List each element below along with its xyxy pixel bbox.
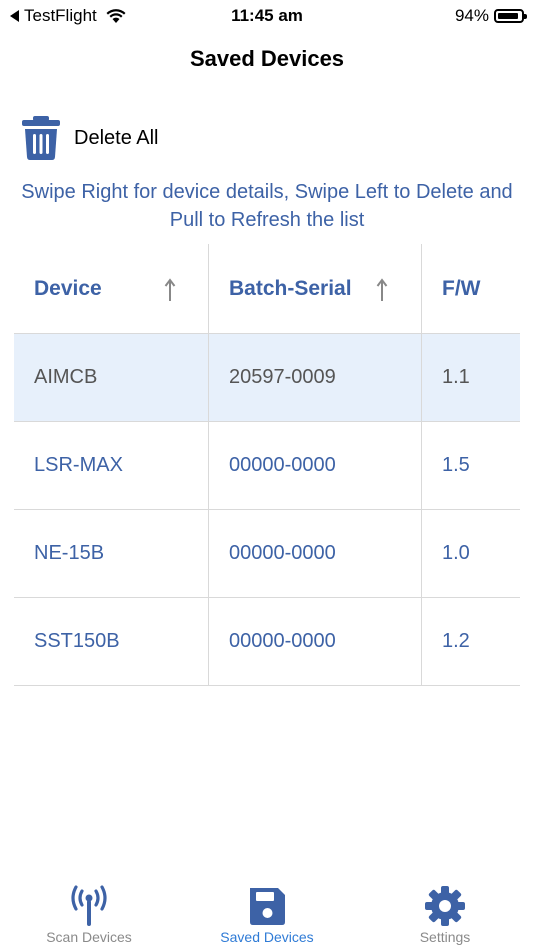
status-bar: TestFlight 11:45 am 94% (0, 0, 534, 30)
trash-icon (22, 116, 60, 160)
tab-label: Scan Devices (46, 929, 132, 945)
device-name-cell: AIMCB (14, 334, 209, 421)
device-name-cell: LSR-MAX (14, 422, 209, 509)
table-row[interactable]: SST150B 00000-0000 1.2 (14, 598, 520, 686)
device-name-cell: SST150B (14, 598, 209, 685)
battery-indicator: 94% (454, 6, 527, 26)
table-header-row: Device Batch-Serial F/W (14, 244, 520, 334)
antenna-icon (71, 885, 107, 926)
instruction-text: Swipe Right for device details, Swipe Le… (21, 181, 513, 231)
batch-serial-cell: 20597-0009 (209, 334, 422, 421)
battery-percent: 94% (454, 6, 489, 25)
batch-serial-cell: 00000-0000 (209, 598, 422, 685)
floppy-disk-icon (250, 888, 285, 925)
page-title: Saved Devices (189, 46, 345, 71)
tab-settings[interactable]: Settings (356, 880, 534, 950)
saved-devices-table: Device Batch-Serial F/W AIMCB 20597-0009… (14, 244, 520, 686)
firmware-cell: 1.5 (442, 454, 470, 476)
column-header-fw[interactable]: F/W (422, 244, 520, 333)
table-row[interactable]: LSR-MAX 00000-0000 1.5 (14, 422, 520, 510)
tab-label: Settings (419, 929, 471, 945)
tab-label: Saved Devices (220, 929, 314, 945)
battery-icon (494, 9, 527, 23)
delete-all-label: Delete All (74, 126, 159, 149)
status-time: 11:45 am (231, 6, 303, 25)
table-row[interactable]: NE-15B 00000-0000 1.0 (14, 510, 520, 598)
sort-arrow-up-icon (164, 278, 176, 301)
gear-icon (425, 886, 465, 926)
tab-saved-devices[interactable]: Saved Devices (178, 880, 356, 950)
device-name-cell: NE-15B (14, 510, 209, 597)
batch-serial-cell: 00000-0000 (209, 422, 422, 509)
sort-arrow-up-icon (376, 278, 388, 301)
table-row[interactable]: AIMCB 20597-0009 1.1 (14, 334, 520, 422)
batch-serial-cell: 00000-0000 (209, 510, 422, 597)
tab-bar: Scan Devices Saved Devices Settings (0, 880, 534, 950)
tab-scan-devices[interactable]: Scan Devices (0, 880, 178, 950)
column-header-batch-serial[interactable]: Batch-Serial (209, 244, 422, 333)
firmware-cell: 1.1 (442, 366, 470, 388)
delete-all-button[interactable]: Delete All (22, 116, 159, 160)
firmware-cell: 1.2 (442, 630, 470, 652)
firmware-cell: 1.0 (442, 542, 470, 564)
column-header-device[interactable]: Device (14, 244, 209, 333)
